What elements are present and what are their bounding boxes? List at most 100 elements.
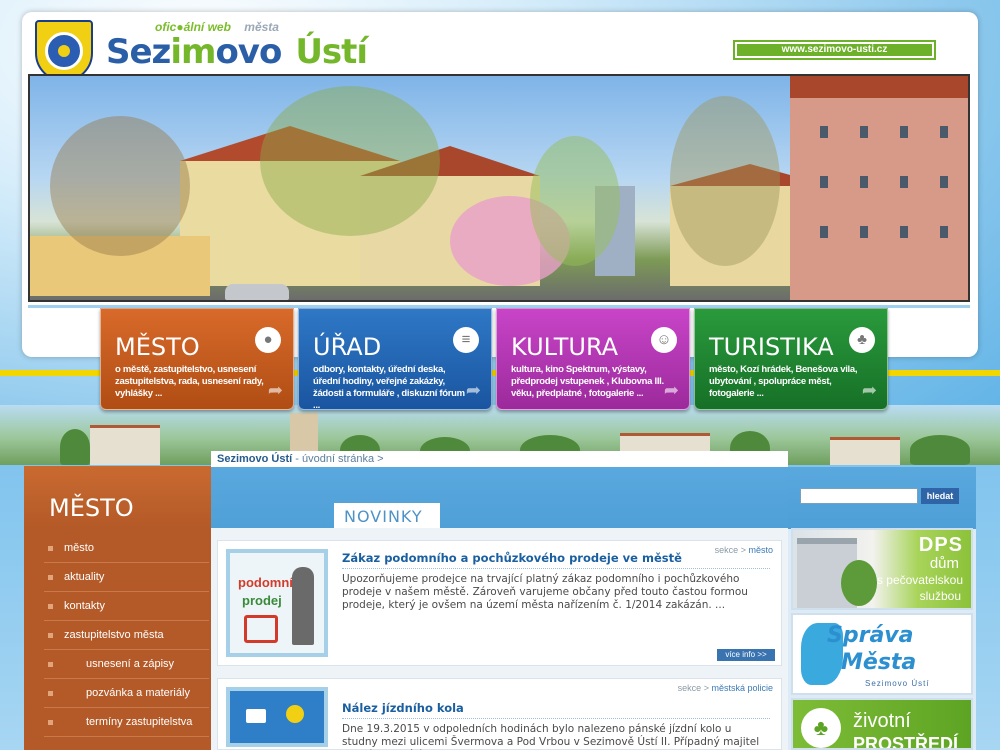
tile-kultura-title: KULTURA — [511, 333, 619, 361]
key-icon — [286, 705, 304, 723]
title-part2: ovo — [215, 32, 282, 72]
person-icon: ● — [255, 327, 281, 353]
nav-item-label: město — [64, 542, 94, 554]
meta-section-link[interactable]: městská policie — [711, 683, 773, 693]
banner-dps-line1: DPS — [918, 534, 963, 556]
site-title-link[interactable]: Sezimovo Ústí — [106, 32, 368, 72]
curved-arrow-icon: ➦ — [267, 380, 283, 400]
nav-item-label: usnesení a zápisy — [86, 658, 175, 670]
news-title-divider — [342, 568, 770, 569]
right-column: hledat DPS dům s pečovatelskou službou S… — [788, 467, 976, 750]
bullet-icon — [48, 575, 53, 580]
salesman-silhouette-icon — [292, 567, 314, 645]
tile-turistika[interactable]: TURISTIKA ♣ město, Kozí hrádek, Benešova… — [694, 308, 888, 410]
banner-dps-line2: dům — [929, 555, 959, 572]
banner-sprava-line1: Správa — [827, 623, 914, 648]
nav-subitem-usneseni[interactable]: usnesení a zápisy — [44, 650, 209, 679]
nav-item-kontakty[interactable]: kontakty — [44, 592, 209, 621]
shopping-cart-icon — [244, 615, 278, 643]
bullet-icon — [48, 662, 53, 667]
nav-item-zastupitelstvo[interactable]: zastupitelstvo města — [44, 621, 209, 650]
breadcrumb-current[interactable]: úvodní stránka > — [302, 453, 384, 465]
bullet-icon — [48, 546, 53, 551]
theatre-mask-icon: ☺ — [651, 327, 677, 353]
title-part3: Ústí — [295, 32, 368, 72]
nav-item-label: aktuality — [64, 571, 105, 583]
meta-prefix: sekce — [714, 545, 739, 555]
tile-mesto-title: MĚSTO — [115, 333, 200, 361]
section-tab-novinky[interactable]: NOVINKY — [334, 503, 440, 528]
left-nav-list: město aktuality kontakty zastupitelstvo … — [44, 534, 209, 737]
url-badge-text: www.sezimovo-usti.cz — [737, 44, 932, 56]
nav-subitem-pozvanka[interactable]: pozvánka a materiály — [44, 679, 209, 708]
nav-item-label: kontakty — [64, 600, 105, 612]
news-title-link[interactable]: Nález jízdního kola — [342, 701, 464, 715]
banner-zivotni-prostredi[interactable]: ♣ životní PROSTŘEDÍ — [791, 698, 973, 750]
category-tiles: MĚSTO ● o městě, zastupitelstvo, usnesen… — [100, 308, 888, 412]
curved-arrow-icon: ➦ — [861, 380, 877, 400]
search-panel: hledat — [788, 467, 976, 529]
news-thumbnail[interactable] — [226, 687, 328, 747]
news-title-link[interactable]: Zákaz podomního a pochůzkového prodeje v… — [342, 551, 682, 565]
city-coat-of-arms-icon[interactable] — [35, 20, 93, 82]
news-text: Dne 19.3.2015 v odpoledních hodinách byl… — [342, 723, 760, 750]
bullet-icon — [48, 691, 53, 696]
banner-dps-line3: s pečovatelskou — [876, 573, 963, 587]
breadcrumb-home-link[interactable]: Sezimovo Ústí — [217, 453, 292, 465]
nav-item-aktuality[interactable]: aktuality — [44, 563, 209, 592]
tile-mesto-desc: o městě, zastupitelstvo, usnesení zastup… — [115, 364, 264, 399]
tile-urad[interactable]: ÚŘAD ≡ odbory, kontakty, úřední deska, ú… — [298, 308, 492, 410]
bullet-icon — [48, 720, 53, 725]
banner-dps[interactable]: DPS dům s pečovatelskou službou — [791, 528, 973, 610]
nav-item-label: termíny zastupitelstva — [86, 716, 193, 728]
news-list: podomní prodej sekce > město Zákaz podom… — [211, 528, 788, 750]
news-thumbnail[interactable]: podomní prodej — [226, 549, 328, 657]
documents-icon: ≡ — [453, 327, 479, 353]
thumb-line2: prodej — [242, 593, 282, 608]
tile-kultura[interactable]: KULTURA ☺ kultura, kino Spektrum, výstav… — [496, 308, 690, 410]
nav-subitem-terminy[interactable]: termíny zastupitelstva — [44, 708, 209, 737]
banner-sprava-line3: Sezimovo Ústí — [865, 679, 930, 688]
url-badge[interactable]: www.sezimovo-usti.cz — [733, 40, 936, 60]
news-meta: sekce > město — [715, 545, 773, 555]
curved-arrow-icon: ➦ — [663, 380, 679, 400]
search-input[interactable] — [800, 488, 918, 504]
more-info-button[interactable]: více info >> — [717, 649, 775, 661]
title-accent: im — [170, 32, 216, 72]
meta-section-link[interactable]: město — [748, 545, 773, 555]
left-navigation: MĚSTO město aktuality kontakty zastupite… — [24, 466, 211, 750]
curved-arrow-icon: ➦ — [465, 380, 481, 400]
content-header-band — [211, 467, 788, 537]
meta-separator: > — [703, 683, 709, 693]
banner-dps-line4: službou — [919, 589, 961, 603]
news-text: Upozorňujeme prodejce na trvající platný… — [342, 573, 748, 611]
tile-urad-title: ÚŘAD — [313, 333, 382, 361]
banner-sprava-mesta[interactable]: Správa Města Sezimovo Ústí — [791, 613, 973, 695]
bullet-icon — [48, 633, 53, 638]
news-meta: sekce > městská policie — [678, 683, 773, 693]
thumb-line1: podomní — [238, 575, 293, 590]
tree-icon: ♣ — [849, 327, 875, 353]
banner-zivotni-line2: PROSTŘEDÍ — [853, 734, 959, 750]
banner-zivotni-line1: životní — [853, 710, 911, 732]
nav-item-label: pozvánka a materiály — [86, 687, 190, 699]
news-item: podomní prodej sekce > město Zákaz podom… — [217, 540, 782, 666]
tree-icon — [841, 560, 877, 606]
news-item: sekce > městská policie Nález jízdního k… — [217, 678, 782, 750]
banner-sprava-line2: Města — [841, 650, 917, 675]
search-button[interactable]: hledat — [921, 488, 959, 504]
breadcrumb: Sezimovo Ústí - úvodní stránka > — [211, 451, 788, 467]
hero-photo — [28, 74, 970, 302]
breadcrumb-separator: - — [292, 453, 302, 465]
nav-item-label: zastupitelstvo města — [64, 629, 164, 641]
tile-mesto[interactable]: MĚSTO ● o městě, zastupitelstvo, usnesen… — [100, 308, 294, 410]
tile-turistika-title: TURISTIKA — [709, 333, 834, 361]
nav-item-mesto[interactable]: město — [44, 534, 209, 563]
tree-icon: ♣ — [801, 708, 841, 748]
meta-separator: > — [740, 545, 746, 555]
wallet-icon — [246, 709, 266, 723]
bullet-icon — [48, 604, 53, 609]
tile-turistika-desc: město, Kozí hrádek, Benešova vila, ubyto… — [709, 364, 858, 399]
tile-kultura-desc: kultura, kino Spektrum, výstavy, předpro… — [511, 364, 664, 399]
meta-prefix: sekce — [677, 683, 702, 693]
